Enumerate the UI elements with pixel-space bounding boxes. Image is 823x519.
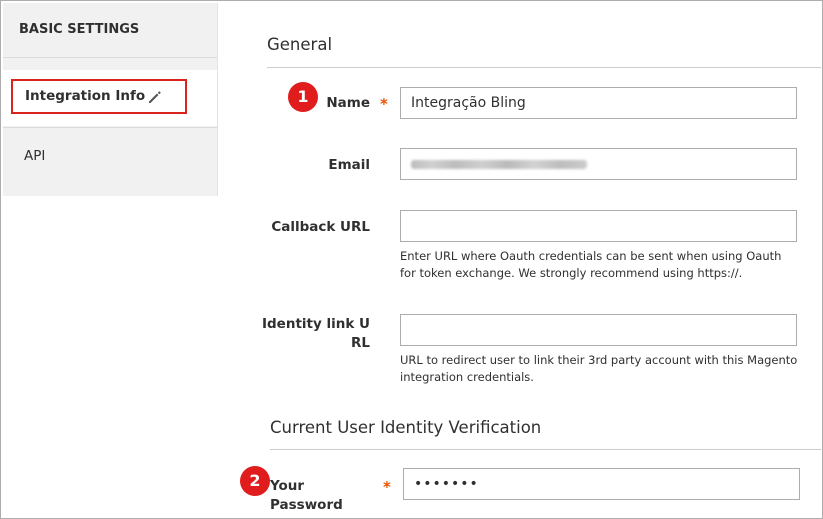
sidebar-title: BASIC SETTINGS — [3, 3, 217, 58]
sidebar-item-api[interactable]: API — [3, 127, 217, 196]
identity-link-url-label-line2: RL — [351, 335, 370, 351]
callback-url-input[interactable] — [400, 210, 797, 242]
required-marker: * — [380, 95, 388, 113]
identity-link-url-label-line1: Identity link U — [262, 316, 370, 332]
callback-url-note: Enter URL where Oauth credentials can be… — [400, 249, 782, 280]
pencil-icon — [149, 91, 161, 103]
name-input[interactable]: Integração Bling — [400, 87, 797, 119]
password-label: Your Password — [270, 478, 343, 513]
section-divider — [267, 67, 821, 68]
obscured-email-value — [411, 160, 587, 169]
identity-link-url-note: URL to redirect user to link their 3rd p… — [400, 353, 798, 384]
section-title-verification: Current User Identity Verification — [270, 418, 542, 437]
required-marker: * — [383, 478, 391, 496]
sidebar: BASIC SETTINGS Integration Info API — [3, 3, 218, 196]
name-label: Name — [326, 95, 370, 111]
email-label: Email — [328, 157, 370, 173]
identity-link-url-input[interactable] — [400, 314, 797, 346]
sidebar-item-active-highlight[interactable]: Integration Info — [11, 79, 187, 114]
section-title-general: General — [267, 35, 333, 54]
sidebar-item-integration-info[interactable]: Integration Info — [3, 70, 217, 126]
callback-url-label: Callback URL — [271, 219, 370, 235]
section-divider — [270, 449, 821, 450]
password-input[interactable]: ••••••• — [403, 468, 800, 500]
email-input[interactable] — [400, 148, 797, 180]
sidebar-item-label: Integration Info — [25, 88, 146, 104]
identity-link-url-label: Identity link U RL — [260, 315, 370, 353]
annotation-badge-2: 2 — [240, 466, 270, 496]
